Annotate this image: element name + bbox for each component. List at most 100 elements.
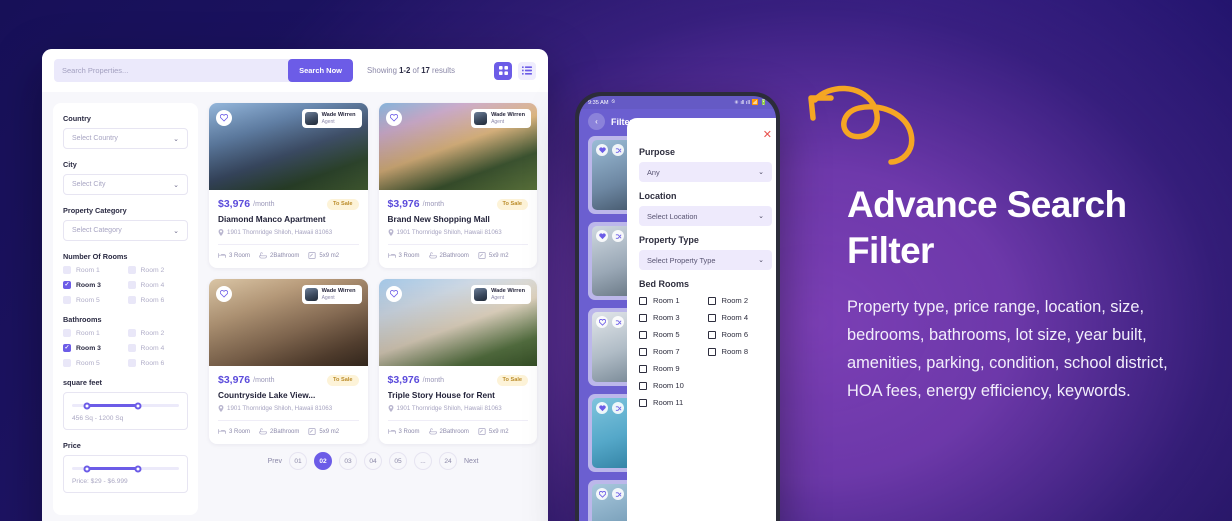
chevron-down-icon: ⌄ <box>173 135 179 143</box>
bedroom-checkbox-room-8[interactable]: Room 8 <box>707 347 773 356</box>
bedroom-checkbox-room-11[interactable]: Room 11 <box>639 398 704 407</box>
card-actions <box>596 144 624 156</box>
favorite-icon[interactable] <box>216 110 232 126</box>
bedroom-checkbox-room-4[interactable]: Room 4 <box>707 313 773 322</box>
pagination-page-05[interactable]: 05 <box>389 452 407 470</box>
agent-role: Agent <box>321 118 335 125</box>
meta-rooms: 3 Room <box>218 428 250 435</box>
checkbox-box <box>63 359 71 367</box>
agent-badge[interactable]: Wade Wirren Agent <box>471 285 531 305</box>
address-text: 1901 Thornridge Shiloh, Hawaii 81063 <box>227 229 333 236</box>
search-input[interactable] <box>54 59 289 82</box>
bath-icon <box>259 428 267 435</box>
favorite-icon[interactable] <box>385 110 402 126</box>
price-slider[interactable] <box>72 465 179 472</box>
agent-badge[interactable]: Wade Wirren Agent <box>471 109 531 129</box>
property-category-select[interactable]: Select Category ⌄ <box>63 220 188 241</box>
favorite-icon[interactable] <box>596 402 608 414</box>
chevron-down-icon: ⌄ <box>758 257 764 264</box>
compare-icon[interactable] <box>612 402 624 414</box>
grid-view-toggle[interactable] <box>494 61 512 80</box>
slider-knob-max[interactable] <box>134 402 142 409</box>
status-icons: ✳ ıll ıll 📶 🔋 <box>734 99 767 106</box>
pagination-page-04[interactable]: 04 <box>364 452 382 470</box>
property-type-select[interactable]: Select Property Type ⌄ <box>639 250 772 270</box>
bedroom-checkbox-room-7[interactable]: Room 7 <box>639 347 704 356</box>
city-select[interactable]: Select City ⌄ <box>63 174 188 195</box>
compare-icon[interactable] <box>612 488 624 500</box>
agent-name: Wade Wirren <box>321 112 356 118</box>
pagination-next[interactable]: Next <box>464 458 478 465</box>
agent-badge[interactable]: Wade Wirren Agent <box>301 109 362 129</box>
bedroom-checkbox-room-3[interactable]: Room 3 <box>639 313 704 322</box>
checkbox-room-6[interactable]: Room 6 <box>127 359 189 367</box>
favorite-icon[interactable] <box>216 286 232 302</box>
pagination-page-03[interactable]: 03 <box>339 452 357 470</box>
pagination-page-02[interactable]: 02 <box>314 452 332 470</box>
country-value: Select Country <box>72 135 118 142</box>
checkbox-box <box>127 344 136 352</box>
bedroom-checkbox-room-6[interactable]: Room 6 <box>707 330 773 339</box>
bedroom-checkbox-room-5[interactable]: Room 5 <box>639 330 704 339</box>
property-address: 1901 Thornridge Shiloh, Hawaii 81063 <box>388 229 529 236</box>
slider-knob-min[interactable] <box>83 402 91 409</box>
checkbox-room-5[interactable]: Room 5 <box>63 359 124 367</box>
checkbox-label: Room 5 <box>76 359 100 367</box>
back-button[interactable]: ‹ <box>588 113 605 130</box>
checkbox-room-4[interactable]: Room 4 <box>127 281 189 289</box>
checkbox-room-2[interactable]: Room 2 <box>127 329 189 337</box>
search-bar[interactable]: Search Now <box>54 59 353 82</box>
checkbox-box <box>639 330 647 339</box>
checkbox-room-2[interactable]: Room 2 <box>127 266 189 274</box>
checkbox-box <box>127 329 136 337</box>
agent-badge[interactable]: Wade Wirren Agent <box>301 285 362 305</box>
bedroom-checkbox-room-9[interactable]: Room 9 <box>639 364 704 373</box>
compare-icon[interactable] <box>612 230 624 242</box>
area-icon <box>308 252 316 259</box>
pagination-page-01[interactable]: 01 <box>289 452 307 470</box>
checkbox-label: Room 3 <box>76 344 101 352</box>
pagination-page-24[interactable]: 24 <box>439 452 457 470</box>
slider-knob-max[interactable] <box>134 465 142 472</box>
checkbox-room-1[interactable]: Room 1 <box>63 329 124 337</box>
compare-icon[interactable] <box>612 316 624 328</box>
checkbox-room-5[interactable]: Room 5 <box>63 296 124 304</box>
price-range-text: Price: $29 - $6.999 <box>72 478 128 485</box>
favorite-icon[interactable] <box>385 286 402 302</box>
checkbox-label: Room 8 <box>721 347 749 356</box>
checkbox-label: Room 5 <box>76 296 100 304</box>
favorite-icon[interactable] <box>596 488 608 500</box>
checkbox-room-4[interactable]: Room 4 <box>127 344 189 352</box>
purpose-select[interactable]: Any ⌄ <box>639 162 772 182</box>
pagination-page-...[interactable]: ... <box>414 452 432 470</box>
square-feet-slider[interactable] <box>72 402 179 409</box>
pagination: Prev 01 02 03 04 05... 24 Next <box>209 444 537 470</box>
list-view-toggle[interactable] <box>518 61 536 80</box>
country-select[interactable]: Select Country ⌄ <box>63 128 188 149</box>
bedroom-checkbox-room-10[interactable]: Room 10 <box>639 381 704 390</box>
pagination-prev[interactable]: Prev <box>268 458 282 465</box>
chevron-down-icon: ⌄ <box>758 213 764 220</box>
location-select[interactable]: Select Location ⌄ <box>639 206 772 226</box>
bedroom-checkbox-room-1[interactable]: Room 1 <box>639 296 704 305</box>
property-card[interactable]: Wade Wirren Agent $3,976 /month To Sale … <box>209 103 368 268</box>
property-card[interactable]: Wade Wirren Agent $3,976 /month To Sale … <box>378 279 537 444</box>
checkbox-room-6[interactable]: Room 6 <box>127 296 189 304</box>
slider-knob-min[interactable] <box>83 465 91 472</box>
checkbox-room-3[interactable]: Room 3 <box>63 344 124 352</box>
rooms-checkbox-group: Room 1 Room 2 Room 3 Room 4 Room 5 Room … <box>63 266 188 304</box>
property-card[interactable]: Wade Wirren Agent $3,976 /month To Sale … <box>209 279 368 444</box>
property-card[interactable]: Wade Wirren Agent $3,976 /month To Sale … <box>378 103 537 268</box>
checkbox-room-1[interactable]: Room 1 <box>63 266 124 274</box>
favorite-icon[interactable] <box>596 316 608 328</box>
chevron-down-icon: ⌄ <box>758 169 764 176</box>
phone-mockup: 9:35 AM ⦸ ✳ ıll ıll 📶 🔋 ‹ Filter ✕ Purpo… <box>575 92 780 521</box>
close-icon[interactable]: ✕ <box>758 128 772 141</box>
compare-icon[interactable] <box>612 144 624 156</box>
search-now-button[interactable]: Search Now <box>288 59 353 82</box>
city-value: Select City <box>72 181 106 188</box>
checkbox-room-3[interactable]: Room 3 <box>63 281 124 289</box>
bedroom-checkbox-room-2[interactable]: Room 2 <box>707 296 773 305</box>
favorite-icon[interactable] <box>596 144 608 156</box>
favorite-icon[interactable] <box>596 230 608 242</box>
